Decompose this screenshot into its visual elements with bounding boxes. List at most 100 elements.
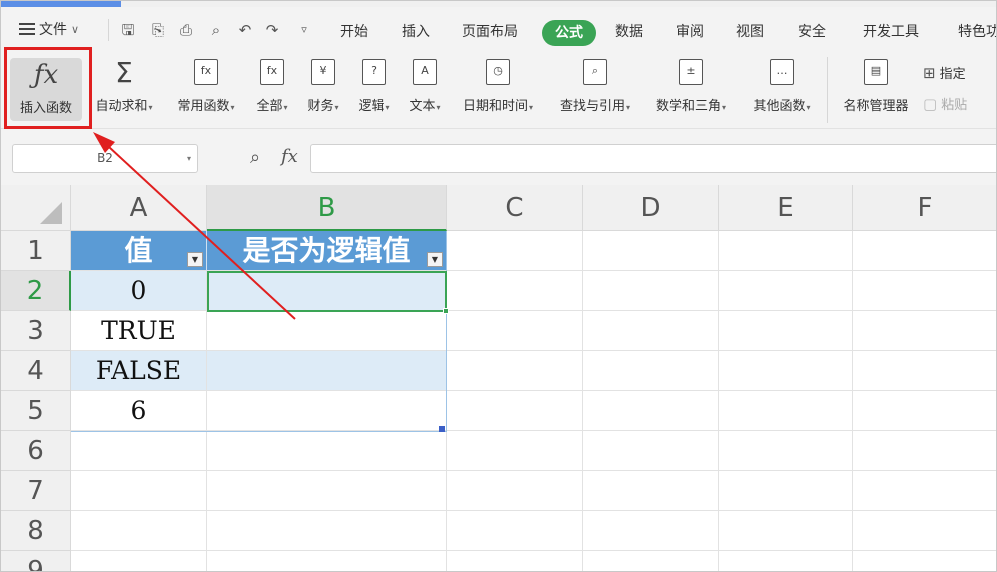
tab-page-layout[interactable]: 页面布局 [462, 21, 518, 41]
row-header-6[interactable]: 6 [1, 431, 71, 471]
active-cell-border[interactable] [207, 271, 449, 314]
tab-developer[interactable]: 开发工具 [863, 21, 919, 41]
column-header-f[interactable]: F [853, 185, 996, 231]
cell-a4[interactable]: FALSE [71, 351, 207, 391]
lookup-reference-button[interactable]: ⌕ 查找与引用▾ [552, 59, 638, 114]
empty-cell[interactable] [853, 351, 996, 391]
column-header-c[interactable]: C [447, 185, 583, 231]
empty-cell[interactable] [207, 551, 447, 571]
filter-dropdown-icon[interactable]: ▼ [427, 252, 443, 267]
empty-cell[interactable] [719, 551, 853, 571]
cell-b5[interactable] [207, 391, 447, 431]
column-header-b[interactable]: B [207, 185, 447, 231]
save-icon[interactable]: 🖫 [119, 21, 137, 39]
table-resize-handle[interactable] [439, 426, 445, 432]
empty-cell[interactable] [853, 431, 996, 471]
empty-cell[interactable] [71, 471, 207, 511]
empty-cell[interactable] [583, 551, 719, 571]
tab-formulas[interactable]: 公式 [542, 20, 596, 46]
cell-a2[interactable]: 0 [71, 271, 207, 311]
empty-cell[interactable] [719, 471, 853, 511]
row-header-5[interactable]: 5 [1, 391, 71, 431]
tab-security[interactable]: 安全 [798, 21, 826, 41]
autosum-button[interactable]: Σ 自动求和▾ [91, 59, 157, 115]
fx-label[interactable]: fx [281, 146, 298, 167]
cell-a5[interactable]: 6 [71, 391, 207, 431]
row-header-8[interactable]: 8 [1, 511, 71, 551]
name-manager-button[interactable]: ▤ 名称管理器 [837, 59, 915, 114]
empty-cell[interactable] [719, 271, 853, 311]
all-functions-button[interactable]: fx 全部▾ [250, 59, 294, 114]
cell-b3[interactable] [207, 311, 447, 351]
empty-cell[interactable] [853, 551, 996, 571]
empty-cell[interactable] [583, 511, 719, 551]
empty-cell[interactable] [447, 351, 583, 391]
tab-special[interactable]: 特色功 [958, 21, 996, 41]
row-header-7[interactable]: 7 [1, 471, 71, 511]
empty-cell[interactable] [719, 511, 853, 551]
empty-cell[interactable] [447, 271, 583, 311]
empty-cell[interactable] [447, 391, 583, 431]
row-header-3[interactable]: 3 [1, 311, 71, 351]
empty-cell[interactable] [447, 471, 583, 511]
empty-cell[interactable] [853, 471, 996, 511]
text-functions-button[interactable]: A 文本▾ [403, 59, 447, 114]
logical-button[interactable]: ? 逻辑▾ [352, 59, 396, 114]
empty-cell[interactable] [207, 431, 447, 471]
tab-view[interactable]: 视图 [736, 21, 764, 41]
empty-cell[interactable] [583, 271, 719, 311]
common-functions-button[interactable]: fx 常用函数▾ [170, 59, 242, 114]
tab-review[interactable]: 审阅 [676, 21, 704, 41]
empty-cell[interactable] [447, 511, 583, 551]
format-painter-icon[interactable]: ⎘ [149, 21, 167, 39]
empty-cell[interactable] [447, 431, 583, 471]
empty-cell[interactable] [719, 431, 853, 471]
empty-cell[interactable] [447, 551, 583, 571]
empty-cell[interactable] [853, 511, 996, 551]
select-all-corner[interactable] [1, 185, 71, 231]
column-header-a[interactable]: A [71, 185, 207, 231]
empty-cell[interactable] [853, 391, 996, 431]
file-menu[interactable]: 文件 ∨ [19, 19, 79, 39]
empty-cell[interactable] [583, 231, 719, 271]
filter-dropdown-icon[interactable]: ▼ [187, 252, 203, 267]
empty-cell[interactable] [719, 391, 853, 431]
empty-cell[interactable] [719, 351, 853, 391]
empty-cell[interactable] [583, 311, 719, 351]
row-header-4[interactable]: 4 [1, 351, 71, 391]
empty-cell[interactable] [583, 471, 719, 511]
undo-icon[interactable]: ↶ [236, 21, 254, 39]
empty-cell[interactable] [207, 511, 447, 551]
column-header-d[interactable]: D [583, 185, 719, 231]
row-header-2[interactable]: 2 [1, 271, 71, 311]
empty-cell[interactable] [71, 431, 207, 471]
paste-button[interactable]: ▢ 粘贴 [923, 94, 967, 114]
empty-cell[interactable] [447, 311, 583, 351]
formula-input[interactable] [310, 144, 996, 173]
date-time-button[interactable]: ◷ 日期和时间▾ [455, 59, 541, 114]
empty-cell[interactable] [447, 231, 583, 271]
empty-cell[interactable] [207, 471, 447, 511]
redo-icon[interactable]: ↷ [263, 21, 281, 39]
tab-home[interactable]: 开始 [340, 21, 368, 41]
specify-button[interactable]: ⊞ 指定 [923, 63, 966, 83]
empty-cell[interactable] [719, 311, 853, 351]
cell-b4[interactable] [207, 351, 447, 391]
more-down-icon[interactable]: ▿ [295, 21, 313, 39]
name-box[interactable]: B2 ▾ [12, 144, 198, 173]
empty-cell[interactable] [583, 431, 719, 471]
table-header-cell[interactable]: 是否为逻辑值 ▼ [207, 231, 447, 271]
tab-data[interactable]: 数据 [615, 21, 643, 41]
row-header-1[interactable]: 1 [1, 231, 71, 271]
cell-a3[interactable]: TRUE [71, 311, 207, 351]
empty-cell[interactable] [853, 311, 996, 351]
tab-insert[interactable]: 插入 [402, 21, 430, 41]
empty-cell[interactable] [719, 231, 853, 271]
empty-cell[interactable] [71, 511, 207, 551]
zoom-function-icon[interactable]: ⌕ [250, 147, 260, 168]
column-header-e[interactable]: E [719, 185, 853, 231]
table-header-cell[interactable]: 值 ▼ [71, 231, 207, 271]
financial-button[interactable]: ¥ 财务▾ [301, 59, 345, 114]
more-functions-button[interactable]: … 其他函数▾ [746, 59, 818, 114]
fill-handle[interactable] [443, 308, 449, 314]
